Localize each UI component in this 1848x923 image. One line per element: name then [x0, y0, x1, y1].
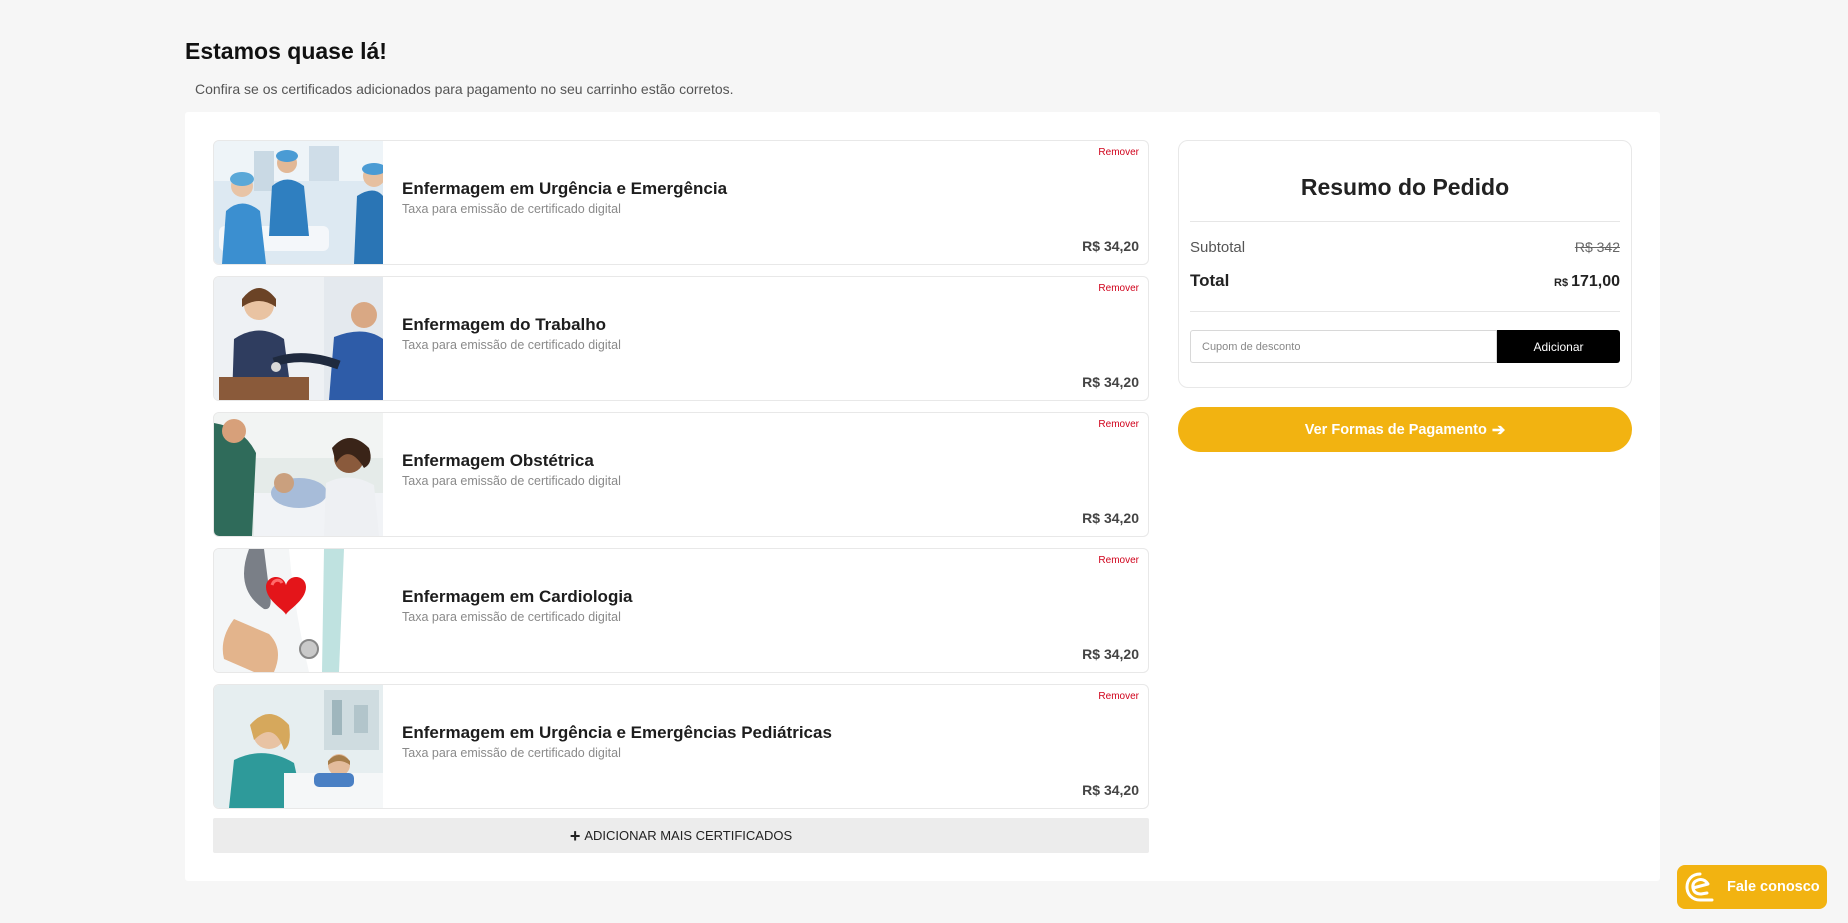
chat-label: Fale conosco: [1727, 879, 1820, 895]
page-title: Estamos quase lá!: [185, 38, 387, 64]
item-price: R$ 34,20: [1082, 646, 1139, 662]
item-price: R$ 34,20: [1082, 238, 1139, 254]
plus-icon: +: [569, 825, 581, 846]
item-title: Enfermagem Obstétrica: [402, 451, 594, 470]
apply-coupon-button[interactable]: Adicionar: [1497, 330, 1620, 363]
total-currency: R$: [1554, 277, 1569, 289]
add-more-certificates-button[interactable]: + ADICIONAR MAIS CERTIFICADOS: [213, 818, 1149, 853]
item-description: Taxa para emissão de certificado digital: [402, 474, 621, 488]
course-image-cardiology: [214, 549, 383, 672]
chat-logo-icon: [1683, 870, 1717, 904]
coupon-input[interactable]: [1190, 330, 1497, 363]
chat-button[interactable]: Fale conosco: [1677, 865, 1827, 909]
remove-button[interactable]: Remover: [1098, 691, 1139, 702]
item-title: Enfermagem em Cardiologia: [402, 587, 633, 606]
total-value-wrapper: R$ 171,00: [1554, 273, 1620, 291]
item-title: Enfermagem em Urgência e Emergência: [402, 179, 728, 198]
cart-item: Enfermagem Obstétrica Taxa para emissão …: [213, 412, 1149, 537]
remove-button[interactable]: Remover: [1098, 419, 1139, 430]
subtotal-label: Subtotal: [1190, 239, 1246, 256]
subtotal-value: R$ 342: [1574, 239, 1620, 255]
course-image-occupational: [214, 277, 383, 400]
page-subtitle: Confira se os certificados adicionados p…: [195, 81, 734, 97]
item-title: Enfermagem do Trabalho: [402, 315, 607, 334]
remove-button[interactable]: Remover: [1098, 283, 1139, 294]
cart-item: Enfermagem em Urgência e Emergência Taxa…: [213, 140, 1149, 265]
summary-title: Resumo do Pedido: [1300, 174, 1510, 200]
item-price: R$ 34,20: [1082, 510, 1139, 526]
course-image-obstetric: [214, 413, 383, 536]
add-more-label: ADICIONAR MAIS CERTIFICADOS: [584, 828, 793, 843]
cart-panel: Enfermagem em Urgência e Emergência Taxa…: [185, 112, 1660, 881]
item-description: Taxa para emissão de certificado digital: [402, 338, 621, 352]
item-price: R$ 34,20: [1082, 782, 1139, 798]
arrow-right-icon: ➔: [1491, 421, 1506, 439]
item-description: Taxa para emissão de certificado digital: [402, 610, 621, 624]
total-row: Total R$ 171,00: [1190, 271, 1620, 291]
remove-button[interactable]: Remover: [1098, 555, 1139, 566]
item-price: R$ 34,20: [1082, 374, 1139, 390]
payment-button-label: Ver Formas de Pagamento: [1304, 421, 1487, 438]
cart-item: Enfermagem do Trabalho Taxa para emissão…: [213, 276, 1149, 401]
item-title: Enfermagem em Urgência e Emergências Ped…: [402, 723, 832, 742]
remove-button[interactable]: Remover: [1098, 147, 1139, 158]
summary-divider: [1190, 311, 1620, 312]
subtotal-row: Subtotal R$ 342: [1190, 239, 1620, 256]
course-image-urgency: [214, 141, 383, 264]
order-summary: Resumo do Pedido Subtotal R$ 342 Total R…: [1178, 140, 1632, 388]
item-description: Taxa para emissão de certificado digital: [402, 746, 621, 760]
total-value: 171,00: [1571, 273, 1620, 290]
item-description: Taxa para emissão de certificado digital: [402, 202, 621, 216]
payment-options-button[interactable]: Ver Formas de Pagamento ➔: [1178, 407, 1632, 452]
total-label: Total: [1190, 271, 1230, 290]
cart-item: Enfermagem em Urgência e Emergências Ped…: [213, 684, 1149, 809]
course-image-pediatric: [214, 685, 383, 808]
cart-items-list: Enfermagem em Urgência e Emergência Taxa…: [213, 140, 1149, 820]
cart-item: Enfermagem em Cardiologia Taxa para emis…: [213, 548, 1149, 673]
summary-divider: [1190, 221, 1620, 222]
